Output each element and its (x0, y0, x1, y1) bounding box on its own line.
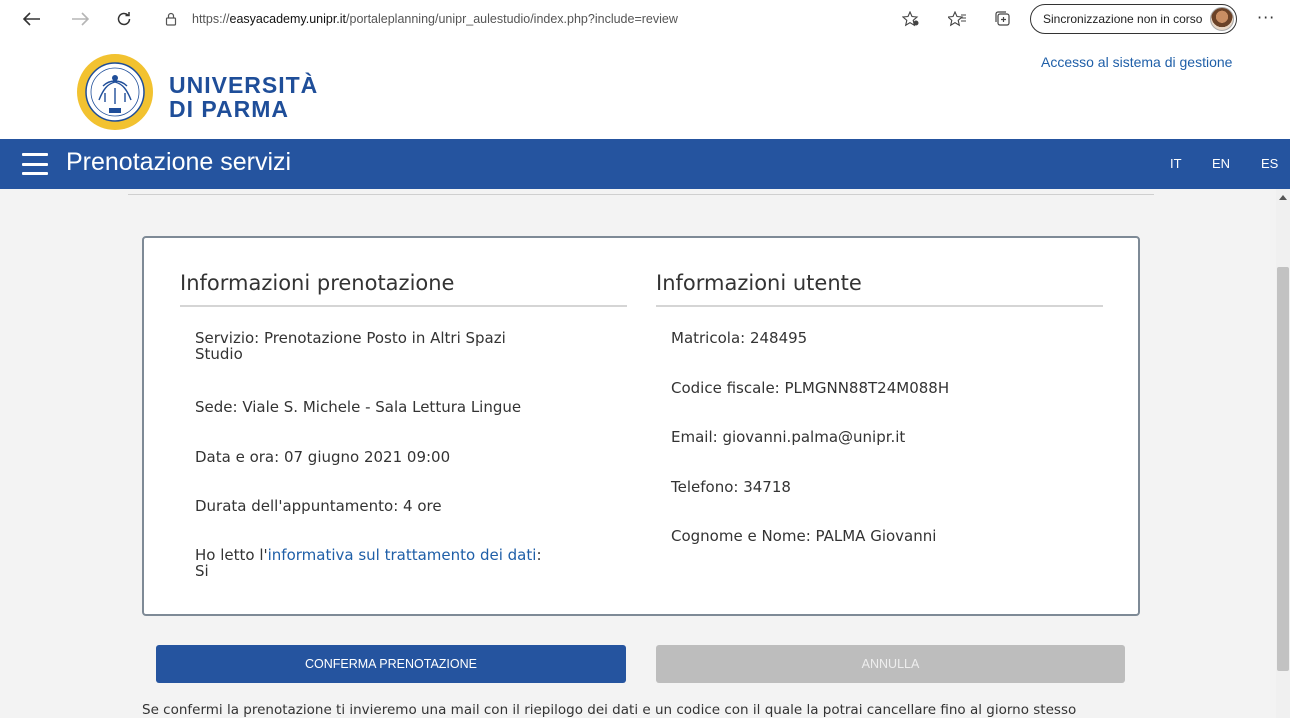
scroll-up-arrow-icon[interactable] (1279, 195, 1287, 200)
booking-datetime: Data e ora: 07 giugno 2021 09:00 (195, 448, 451, 466)
booking-location: Sede: Viale S. Michele - Sala Lettura Li… (195, 398, 522, 416)
privacy-suffix: : (536, 546, 542, 564)
management-access-link[interactable]: Accesso al sistema di gestione (1041, 54, 1232, 70)
divider (128, 194, 1154, 195)
cancel-button[interactable]: ANNULLA (656, 645, 1125, 683)
user-phone: Telefono: 34718 (671, 478, 791, 496)
user-email: Email: giovanni.palma@unipr.it (671, 428, 906, 446)
url-prefix: https:// (192, 12, 230, 26)
logo-line-2: DI PARMA (169, 96, 290, 122)
hamburger-menu-icon[interactable] (22, 153, 48, 175)
booking-info-divider (180, 305, 627, 307)
user-full-name: Cognome e Nome: PALMA Giovanni (671, 527, 937, 545)
url-path: /portaleplanning/unipr_aulestudio/index.… (346, 12, 678, 26)
privacy-policy-link[interactable]: informativa sul trattamento dei dati (268, 546, 537, 564)
lang-en-link[interactable]: EN (1212, 156, 1230, 171)
sync-profile-button[interactable]: Sincronizzazione non in corso (1030, 4, 1238, 34)
page-title: Prenotazione servizi (66, 148, 292, 176)
user-info-title: Informazioni utente (656, 271, 862, 295)
refresh-icon[interactable] (112, 8, 136, 30)
scroll-thumb[interactable] (1277, 267, 1289, 671)
privacy-answer: Si (195, 562, 209, 580)
user-info-divider (656, 305, 1103, 307)
user-matricola: Matricola: 248495 (671, 329, 808, 347)
back-arrow-icon[interactable] (20, 8, 44, 30)
booking-duration: Durata dell'appuntamento: 4 ore (195, 497, 442, 515)
booking-info-title: Informazioni prenotazione (180, 271, 455, 295)
page-scrollbar[interactable] (1276, 189, 1290, 718)
lang-es-link[interactable]: ES (1261, 156, 1278, 171)
favorites-icon[interactable] (946, 8, 968, 30)
booking-privacy: Ho letto l'informativa sul trattamento d… (195, 547, 542, 579)
browser-toolbar: https://easyacademy.unipr.it/portaleplan… (0, 0, 1290, 38)
sync-label: Sincronizzazione non in corso (1043, 12, 1203, 26)
university-seal-logo[interactable] (75, 52, 155, 132)
review-card: Informazioni prenotazione Servizio: Pren… (142, 236, 1140, 616)
lang-it-link[interactable]: IT (1170, 156, 1182, 171)
address-bar[interactable]: https://easyacademy.unipr.it/portaleplan… (164, 8, 678, 30)
confirmation-note: Se confermi la prenotazione ti invieremo… (142, 702, 1077, 718)
logo-line-1: UNIVERSITÀ (169, 72, 319, 98)
lock-icon (165, 12, 177, 26)
collections-icon[interactable] (992, 8, 1014, 30)
university-name-logo[interactable]: UNIVERSITÀ DI PARMA (169, 73, 318, 121)
booking-service: Servizio: Prenotazione Posto in Altri Sp… (195, 330, 506, 362)
confirm-booking-button[interactable]: CONFERMA PRENOTAZIONE (156, 645, 626, 683)
main-content: Informazioni prenotazione Servizio: Pren… (0, 189, 1276, 718)
user-fiscal-code: Codice fiscale: PLMGNN88T24M088H (671, 379, 950, 397)
booking-service-line-2: Studio (195, 345, 243, 363)
main-nav-bar: Prenotazione servizi IT EN ES (0, 139, 1290, 189)
url-domain: easyacademy.unipr.it (229, 12, 347, 26)
booking-service-line-1: Servizio: Prenotazione Posto in Altri Sp… (195, 329, 506, 347)
forward-arrow-icon[interactable] (68, 8, 92, 30)
reading-view-icon[interactable] (900, 8, 922, 30)
more-menu-icon[interactable]: ··· (1257, 8, 1275, 27)
site-header: UNIVERSITÀ DI PARMA Accesso al sistema d… (0, 38, 1290, 139)
profile-avatar (1210, 7, 1235, 31)
